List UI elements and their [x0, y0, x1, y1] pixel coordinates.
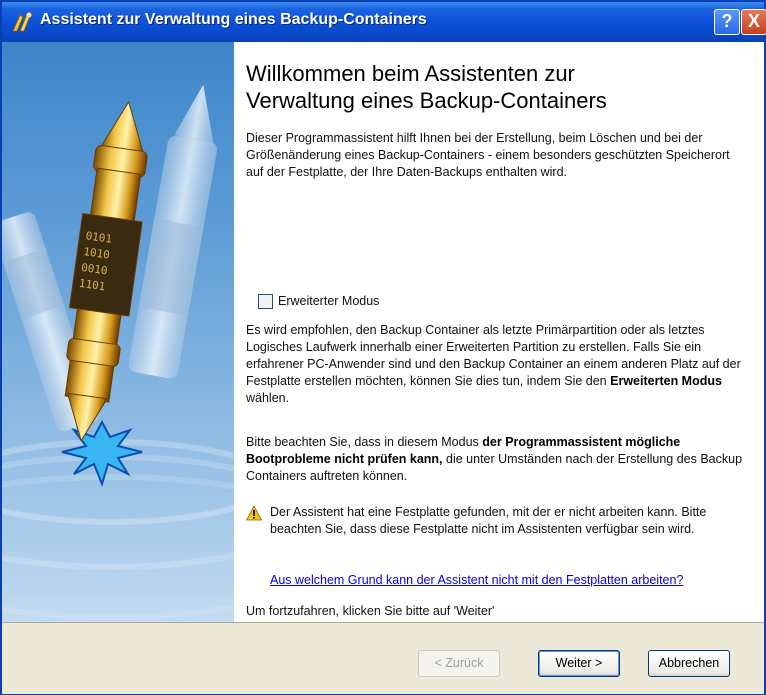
- advanced-mode-label[interactable]: Erweiterter Modus: [278, 294, 379, 308]
- recommendation-text: Es wird empfohlen, den Backup Container …: [246, 322, 746, 407]
- continue-hint: Um fortzufahren, klicken Sie bitte auf '…: [246, 604, 495, 618]
- backup-wizard-icon: [12, 12, 32, 32]
- page-title: Willkommen beim Assistenten zur Verwaltu…: [246, 60, 746, 114]
- recommendation-bold: Erweiterten Modus: [610, 374, 722, 388]
- wizard-window: Assistent zur Verwaltung eines Backup-Co…: [0, 0, 766, 695]
- button-bar: < Zurück Weiter > Abbrechen: [2, 622, 764, 694]
- note-start: Bitte beachten Sie, dass in diesem Modus: [246, 435, 479, 449]
- next-button[interactable]: Weiter >: [538, 650, 620, 677]
- disk-help-link[interactable]: Aus welchem Grund kann der Assistent nic…: [270, 573, 683, 587]
- boot-warning-text: Bitte beachten Sie, dass in diesem Modus…: [246, 434, 746, 485]
- backup-container-illustration: 0101 1010 0010 1101: [2, 84, 234, 620]
- back-button[interactable]: < Zurück: [418, 650, 500, 677]
- recommendation-end: wählen.: [246, 391, 290, 405]
- help-button[interactable]: ?: [714, 9, 740, 35]
- advanced-mode-checkbox[interactable]: [258, 294, 273, 309]
- title-line-1: Willkommen beim Assistenten zur: [246, 61, 575, 86]
- title-line-2: Verwaltung eines Backup-Containers: [246, 88, 607, 113]
- window-title: Assistent zur Verwaltung eines Backup-Co…: [40, 11, 427, 28]
- disk-warning-text: Der Assistent hat eine Festplatte gefund…: [270, 505, 707, 536]
- sidebar-illustration: 0101 1010 0010 1101: [2, 42, 234, 622]
- title-bar[interactable]: Assistent zur Verwaltung eines Backup-Co…: [2, 2, 766, 42]
- intro-text: Dieser Programmassistent hilft Ihnen bei…: [246, 131, 730, 179]
- warning-icon: [246, 505, 262, 521]
- close-button[interactable]: X: [741, 9, 766, 35]
- cancel-button[interactable]: Abbrechen: [648, 650, 730, 677]
- wizard-content: Willkommen beim Assistenten zur Verwaltu…: [234, 42, 764, 622]
